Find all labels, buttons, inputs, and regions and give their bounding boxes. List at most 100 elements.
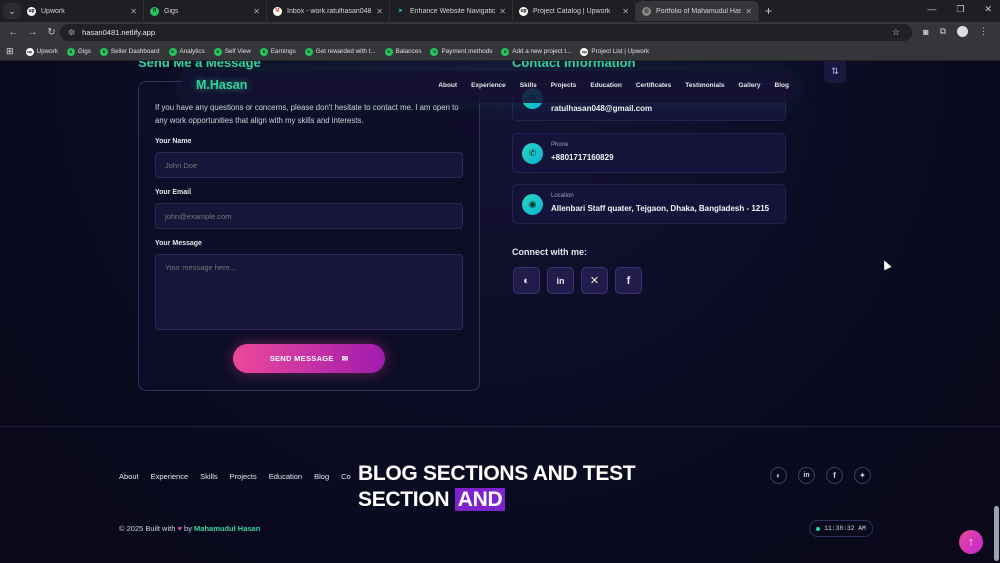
linkedin-icon: in (556, 275, 565, 286)
bookmark-label: Balances (395, 48, 422, 55)
location-pin-icon: ◉ (522, 194, 543, 215)
copyright-text: © 2025 Built with ♥ by Mahamudul Hasan (119, 524, 260, 533)
reload-icon[interactable]: ↻ (42, 27, 61, 38)
email-field[interactable] (155, 203, 463, 229)
bookmark-label: Add a new project t... (512, 48, 572, 55)
bookmark-upwork[interactable]: up Upwork (25, 47, 58, 56)
bookmark-analytics[interactable]: fi Analytics (168, 47, 205, 56)
close-tab-icon[interactable]: ✕ (499, 7, 506, 16)
footer-link-education[interactable]: Education (269, 472, 302, 481)
nav-projects[interactable]: Projects (551, 82, 577, 89)
author-link[interactable]: Mahamudul Hasan (194, 524, 260, 533)
section-title-message: Send Me a Message (138, 61, 261, 70)
nav-about[interactable]: About (438, 82, 457, 89)
bookmark-label: Project List | Upwork (591, 48, 650, 55)
contact-phone-value[interactable]: +8801717160829 (551, 153, 614, 162)
bookmark-rewards[interactable]: fi Get rewarded with t... (304, 47, 376, 56)
facebook-button[interactable]: f (615, 267, 642, 294)
nav-skills[interactable]: Skills (520, 82, 537, 89)
nav-gallery[interactable]: Gallery (739, 82, 761, 89)
footer-link-projects[interactable]: Projects (230, 472, 257, 481)
contact-location-card: ◉ Location Allenbari Staff quater, Tejga… (512, 184, 786, 224)
footer-link-about[interactable]: About (119, 472, 139, 481)
close-tab-icon[interactable]: ✕ (376, 7, 383, 16)
tab-bar: ⌄ up Upwork ✕ fi Gigs ✕ M Inbox - work.r… (0, 0, 1000, 22)
contact-location-label: Location (551, 193, 574, 199)
phone-icon: ✆ (522, 143, 543, 164)
browser-tab[interactable]: up Upwork ✕ (21, 1, 144, 21)
gigs-icon: fi (213, 47, 222, 56)
browser-tab[interactable]: fi Gigs ✕ (144, 1, 267, 21)
send-message-button[interactable]: SEND MESSAGE ✉ (233, 344, 385, 373)
address-bar[interactable]: ⚙ hasan0481.netlify.app (60, 24, 912, 41)
footer-github-button[interactable]: ◐ (770, 467, 787, 484)
theme-toggle-button[interactable]: ⇅ (824, 61, 846, 83)
close-tab-icon[interactable]: ✕ (622, 7, 629, 16)
footer-link-blog[interactable]: Blog (314, 472, 329, 481)
github-icon: ◐ (776, 471, 781, 480)
message-field[interactable] (155, 254, 463, 330)
nav-testimonials[interactable]: Testimonials (685, 82, 724, 89)
video-caption-overlay: BLOG SECTIONS AND TEST SECTION AND (358, 461, 636, 513)
kebab-menu-icon[interactable]: ⋮ (979, 26, 988, 37)
bookmark-payment-methods[interactable]: fi Payment methods (430, 47, 492, 56)
gigs-icon: fi (501, 47, 510, 56)
name-label: Your Name (155, 138, 192, 145)
browser-tab[interactable]: ➤ Enhance Website Navigation Li ✕ (390, 1, 513, 21)
contact-email-value[interactable]: ratulhasan048@gmail.com (551, 104, 652, 113)
browser-tab-active[interactable]: ◎ Portfolio of Mahamudul Hasan ✕ (636, 1, 759, 21)
site-info-icon[interactable]: ⚙ (68, 28, 75, 37)
nav-experience[interactable]: Experience (471, 82, 506, 89)
close-tab-icon[interactable]: ✕ (745, 7, 752, 16)
github-button[interactable]: ◐ (513, 267, 540, 294)
back-icon[interactable]: ← (4, 27, 23, 38)
scroll-to-top-button[interactable]: ↑ (959, 530, 983, 554)
linkedin-button[interactable]: in (547, 267, 574, 294)
upwork-icon: up (580, 47, 589, 56)
nav-education[interactable]: Education (590, 82, 621, 89)
close-tab-icon[interactable]: ✕ (130, 7, 137, 16)
apps-grid-icon[interactable]: ⊞ (6, 46, 14, 57)
bookmark-star-icon[interactable]: ☆ (892, 27, 900, 38)
avatar[interactable] (957, 26, 968, 37)
x-button[interactable]: ✕ (581, 267, 608, 294)
bookmark-earnings[interactable]: fi Earnings (259, 47, 296, 56)
gigs-icon: fi (66, 47, 75, 56)
bookmark-balances[interactable]: fi Balances (384, 47, 422, 56)
browser-tab[interactable]: M Inbox - work.ratulhasan048@gm ✕ (267, 1, 390, 21)
nav-certificates[interactable]: Certificates (636, 82, 671, 89)
close-tab-icon[interactable]: ✕ (253, 7, 260, 16)
close-window-icon[interactable]: ✕ (984, 4, 992, 15)
name-field[interactable] (155, 152, 463, 178)
extensions-icon[interactable]: ⧉ (940, 26, 946, 37)
footer-link-experience[interactable]: Experience (151, 472, 189, 481)
bookmark-label: Gigs (77, 48, 91, 55)
clock-status-dot (816, 526, 821, 531)
mouse-cursor (880, 258, 892, 271)
footer-link-skills[interactable]: Skills (200, 472, 218, 481)
new-tab-button[interactable]: + (765, 4, 772, 18)
bookmark-add-project[interactable]: fi Add a new project t... (501, 47, 572, 56)
live-clock: 11:38:32 AM (809, 520, 873, 537)
footer-twitter-button[interactable]: ✦ (854, 467, 871, 484)
footer-linkedin-button[interactable]: in (798, 467, 815, 484)
bookmark-seller-dashboard[interactable]: fi Seller Dashboard (99, 47, 160, 56)
page-scrollbar[interactable] (994, 506, 999, 561)
gigs-icon: fi (150, 6, 159, 16)
bookmark-gigs[interactable]: fi Gigs (66, 47, 91, 56)
tab-search-button[interactable]: ⌄ (3, 3, 21, 19)
gigs-icon: fi (384, 47, 393, 56)
bookmark-self-view[interactable]: fi Self View (213, 47, 251, 56)
camera-extension-icon[interactable]: ◙ (923, 27, 928, 37)
caption-highlight: AND (454, 488, 506, 511)
bookmark-project-list[interactable]: up Project List | Upwork (580, 47, 650, 56)
nav-blog[interactable]: Blog (775, 82, 789, 89)
restore-icon[interactable]: ❐ (956, 4, 964, 15)
forward-icon[interactable]: → (23, 27, 42, 38)
footer-link-contact[interactable]: Co (341, 472, 351, 481)
bookmark-label: Seller Dashboard (110, 48, 160, 55)
site-logo[interactable]: M.Hasan (196, 78, 247, 92)
footer-facebook-button[interactable]: f (826, 467, 843, 484)
minimize-icon[interactable]: — (927, 4, 936, 15)
browser-tab[interactable]: up Project Catalog | Upwork ✕ (513, 1, 636, 21)
